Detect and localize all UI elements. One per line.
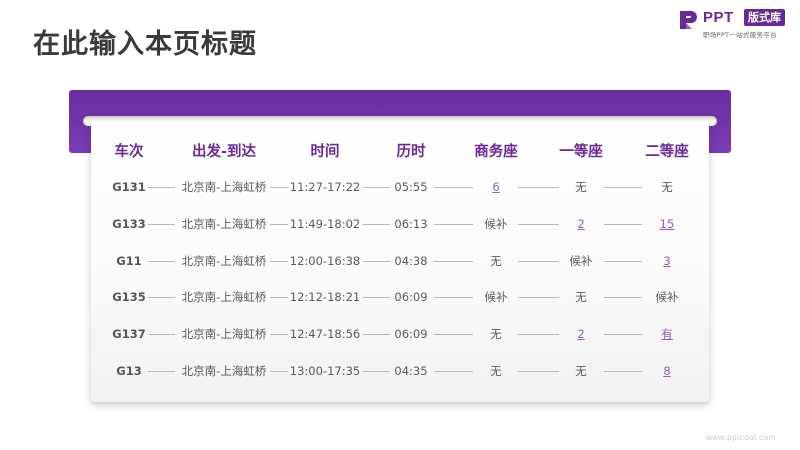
row-connector-line [270, 371, 288, 372]
train-number-cell: G135 [112, 290, 146, 305]
time-range-cell: 12:00-16:38 [289, 253, 361, 268]
row-connector-line [518, 187, 559, 188]
duration-cell: 06:09 [394, 327, 428, 342]
route-cell: 北京南-上海虹桥 [181, 327, 267, 342]
second-class-seat-cell[interactable]: 有 [661, 324, 673, 344]
row-connector-line [148, 187, 175, 188]
duration-cell: 06:13 [394, 216, 428, 231]
row-connector-line [270, 297, 288, 299]
second-class-seat-cell[interactable]: 15 [660, 214, 675, 234]
business-seat-cell: 无 [490, 253, 502, 268]
header-business-seat: 商务座 [474, 144, 518, 160]
row-connector-line [604, 223, 642, 225]
row-connector-line [434, 223, 473, 225]
row-connector-line [518, 223, 559, 225]
second-class-seat-cell: 无 [661, 180, 673, 194]
row-connector-line [270, 260, 288, 262]
time-range-cell: 13:00-17:35 [289, 364, 361, 378]
row-connector-line [434, 187, 473, 188]
time-range-cell: 12:47-18:56 [289, 327, 361, 342]
row-connector-line [434, 334, 473, 336]
train-number-cell: G133 [112, 216, 146, 231]
row-connector-line [604, 260, 642, 262]
row-connector-line [148, 334, 175, 336]
route-cell: 北京南-上海虹桥 [181, 216, 267, 231]
train-number-cell: G137 [112, 327, 146, 342]
table-row: G11 北京南-上海虹桥 12:00-16:38 04:38 无 候补 3 [91, 251, 709, 271]
row-connector-line [148, 371, 175, 372]
first-class-seat-cell: 无 [575, 364, 587, 378]
first-class-seat-cell: 候补 [569, 253, 593, 268]
row-connector-line [363, 223, 390, 225]
first-class-seat-cell[interactable]: 2 [577, 324, 584, 344]
page-title: 在此输入本页标题 [33, 29, 257, 60]
duration-cell: 06:09 [394, 290, 428, 305]
business-seat-cell: 无 [490, 327, 502, 342]
row-connector-line [518, 371, 559, 372]
business-seat-cell: 候补 [484, 216, 508, 231]
row-connector-line [434, 371, 473, 372]
table-row: G133 北京南-上海虹桥 11:49-18:02 06:13 候补 2 15 [91, 214, 709, 234]
row-connector-line [270, 187, 288, 188]
row-connector-line [604, 297, 642, 299]
route-cell: 北京南-上海虹桥 [181, 364, 267, 378]
row-connector-line [270, 223, 288, 225]
first-class-seat-cell: 无 [575, 290, 587, 305]
row-connector-line [148, 260, 175, 262]
header-time: 时间 [310, 144, 340, 160]
second-class-seat-cell[interactable]: 3 [663, 251, 670, 271]
row-connector-line [270, 334, 288, 336]
time-range-cell: 11:49-18:02 [289, 216, 361, 231]
header-first-class: 一等座 [559, 144, 603, 160]
header-route: 出发-到达 [191, 144, 257, 160]
route-cell: 北京南-上海虹桥 [181, 290, 267, 305]
time-range-cell: 12:12-18:21 [289, 290, 361, 305]
logo-badge: 版式库 [744, 9, 785, 26]
train-number-cell: G13 [116, 364, 142, 378]
row-connector-line [434, 260, 473, 262]
header-duration: 历时 [396, 144, 426, 160]
second-class-seat-cell[interactable]: 8 [663, 361, 670, 381]
table-row: G135 北京南-上海虹桥 12:12-18:21 06:09 候补 无 候补 [91, 287, 709, 307]
train-schedule-table: 车次 出发-到达 时间 历时 商务座 一等座 二等座 G131 北京南-上海虹桥 1… [91, 121, 709, 402]
row-connector-line [604, 187, 642, 188]
row-connector-line [363, 297, 390, 299]
watermark: www.pptcool.com [706, 433, 776, 442]
logo-tagline: 职场PPT一站式服务平台 [703, 31, 777, 39]
duration-cell: 04:35 [394, 364, 428, 378]
train-number-cell: G11 [116, 253, 142, 268]
row-connector-line [363, 334, 390, 336]
row-connector-line [363, 371, 390, 372]
duration-cell: 04:38 [394, 253, 428, 268]
row-connector-line [363, 187, 390, 188]
row-connector-line [604, 371, 642, 372]
first-class-seat-cell: 无 [575, 180, 587, 194]
header-second-class: 二等座 [645, 144, 689, 160]
row-connector-line [148, 297, 175, 299]
route-cell: 北京南-上海虹桥 [181, 180, 267, 194]
row-connector-line [148, 223, 175, 225]
duration-cell: 05:55 [394, 180, 428, 194]
business-seat-cell: 候补 [484, 290, 508, 305]
route-cell: 北京南-上海虹桥 [181, 253, 267, 268]
first-class-seat-cell[interactable]: 2 [577, 214, 584, 234]
row-connector-line [518, 297, 559, 299]
row-connector-line [604, 334, 642, 336]
logo-brand-text: PPT [703, 9, 734, 26]
row-connector-line [363, 260, 390, 262]
train-number-cell: G131 [112, 180, 146, 194]
row-connector-line [518, 334, 559, 336]
logo-p-icon [680, 11, 697, 29]
business-seat-cell[interactable]: 6 [492, 177, 499, 197]
table-row: G131 北京南-上海虹桥 11:27-17:22 05:55 6 无 无 [91, 177, 709, 197]
time-range-cell: 11:27-17:22 [289, 180, 361, 194]
header-train: 车次 [114, 144, 144, 160]
business-seat-cell: 无 [490, 364, 502, 378]
table-row: G13 北京南-上海虹桥 13:00-17:35 04:35 无 无 8 [91, 361, 709, 381]
second-class-seat-cell: 候补 [655, 290, 679, 305]
table-row: G137 北京南-上海虹桥 12:47-18:56 06:09 无 2 有 [91, 324, 709, 344]
row-connector-line [518, 260, 559, 262]
brand-logo[interactable]: PPT 版式库 职场PPT一站式服务平台 [678, 8, 796, 39]
row-connector-line [434, 297, 473, 299]
